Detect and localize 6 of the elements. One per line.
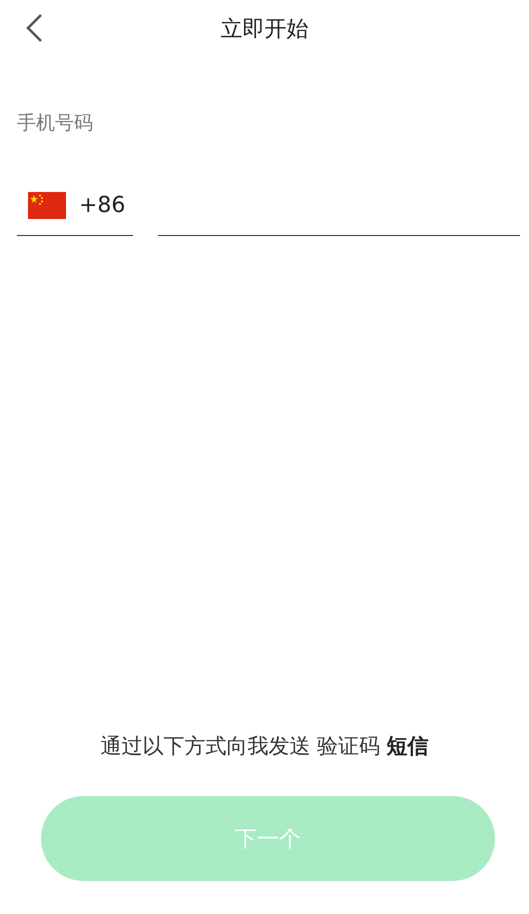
verification-notice: 通过以下方式向我发送 验证码 短信 (99, 733, 430, 760)
page-title: 立即开始 (220, 16, 308, 44)
country-code-selector[interactable]: +86 (17, 176, 133, 236)
field-label: 手机号码 (17, 111, 94, 136)
flag-icon (28, 192, 66, 219)
country-code: +86 (79, 193, 126, 218)
